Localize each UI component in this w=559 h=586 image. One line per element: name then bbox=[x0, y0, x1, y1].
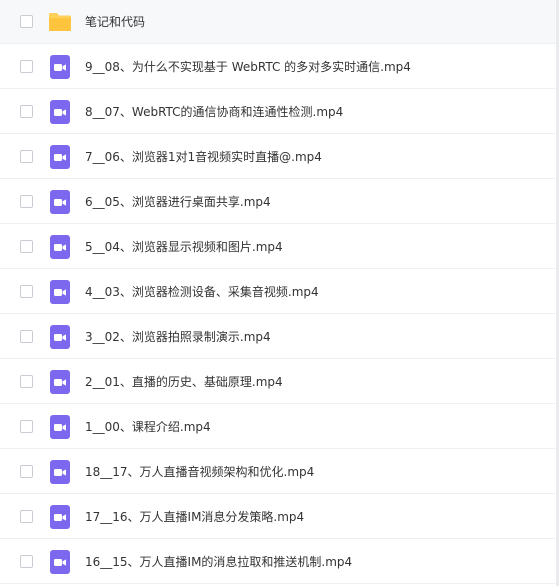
row-checkbox[interactable] bbox=[20, 375, 33, 388]
video-icon bbox=[48, 550, 72, 574]
row-checkbox[interactable] bbox=[20, 555, 33, 568]
folder-row[interactable]: 笔记和代码 bbox=[0, 0, 556, 44]
row-checkbox[interactable] bbox=[20, 150, 33, 163]
file-row[interactable]: 6__05、浏览器进行桌面共享.mp4 bbox=[0, 180, 556, 224]
file-name[interactable]: 5__04、浏览器显示视频和图片.mp4 bbox=[85, 225, 283, 269]
file-row[interactable]: 8__07、WebRTC的通信协商和连通性检测.mp4 bbox=[0, 90, 556, 134]
file-row[interactable]: 3__02、浏览器拍照录制演示.mp4 bbox=[0, 315, 556, 359]
video-icon bbox=[48, 325, 72, 349]
file-name[interactable]: 6__05、浏览器进行桌面共享.mp4 bbox=[85, 180, 271, 224]
row-checkbox[interactable] bbox=[20, 240, 33, 253]
file-row[interactable]: 9__08、为什么不实现基于 WebRTC 的多对多实时通信.mp4 bbox=[0, 45, 556, 89]
row-checkbox[interactable] bbox=[20, 60, 33, 73]
file-row[interactable]: 17__16、万人直播IM消息分发策略.mp4 bbox=[0, 495, 556, 539]
video-icon bbox=[48, 235, 72, 259]
video-icon bbox=[48, 190, 72, 214]
file-row[interactable]: 1__00、课程介绍.mp4 bbox=[0, 405, 556, 449]
file-list: 笔记和代码 9__08、为什么不实现基于 WebRTC 的多对多实时通信.mp4 8… bbox=[0, 0, 559, 586]
row-checkbox[interactable] bbox=[20, 510, 33, 523]
row-checkbox[interactable] bbox=[20, 15, 33, 28]
file-row[interactable]: 7__06、浏览器1对1音视频实时直播@.mp4 bbox=[0, 135, 556, 179]
video-icon bbox=[48, 415, 72, 439]
row-checkbox[interactable] bbox=[20, 285, 33, 298]
file-name[interactable]: 7__06、浏览器1对1音视频实时直播@.mp4 bbox=[85, 135, 322, 179]
row-checkbox[interactable] bbox=[20, 420, 33, 433]
video-icon bbox=[48, 280, 72, 304]
file-name[interactable]: 4__03、浏览器检测设备、采集音视频.mp4 bbox=[85, 270, 319, 314]
row-checkbox[interactable] bbox=[20, 105, 33, 118]
file-row[interactable]: 2__01、直播的历史、基础原理.mp4 bbox=[0, 360, 556, 404]
file-name[interactable]: 2__01、直播的历史、基础原理.mp4 bbox=[85, 360, 283, 404]
file-name[interactable]: 笔记和代码 bbox=[85, 0, 145, 44]
file-name[interactable]: 1__00、课程介绍.mp4 bbox=[85, 405, 211, 449]
video-icon bbox=[48, 505, 72, 529]
video-icon bbox=[48, 55, 72, 79]
file-name[interactable]: 17__16、万人直播IM消息分发策略.mp4 bbox=[85, 495, 304, 539]
file-name[interactable]: 16__15、万人直播IM的消息拉取和推送机制.mp4 bbox=[85, 540, 352, 584]
row-checkbox[interactable] bbox=[20, 330, 33, 343]
folder-icon bbox=[48, 10, 72, 34]
video-icon bbox=[48, 145, 72, 169]
file-row[interactable]: 5__04、浏览器显示视频和图片.mp4 bbox=[0, 225, 556, 269]
video-icon bbox=[48, 100, 72, 124]
file-name[interactable]: 18__17、万人直播音视频架构和优化.mp4 bbox=[85, 450, 314, 494]
video-icon bbox=[48, 460, 72, 484]
row-checkbox[interactable] bbox=[20, 195, 33, 208]
file-row[interactable]: 18__17、万人直播音视频架构和优化.mp4 bbox=[0, 450, 556, 494]
video-icon bbox=[48, 370, 72, 394]
file-name[interactable]: 8__07、WebRTC的通信协商和连通性检测.mp4 bbox=[85, 90, 343, 134]
file-row[interactable]: 4__03、浏览器检测设备、采集音视频.mp4 bbox=[0, 270, 556, 314]
row-checkbox[interactable] bbox=[20, 465, 33, 478]
file-name[interactable]: 3__02、浏览器拍照录制演示.mp4 bbox=[85, 315, 271, 359]
file-row[interactable]: 16__15、万人直播IM的消息拉取和推送机制.mp4 bbox=[0, 540, 556, 584]
file-name[interactable]: 9__08、为什么不实现基于 WebRTC 的多对多实时通信.mp4 bbox=[85, 45, 411, 89]
